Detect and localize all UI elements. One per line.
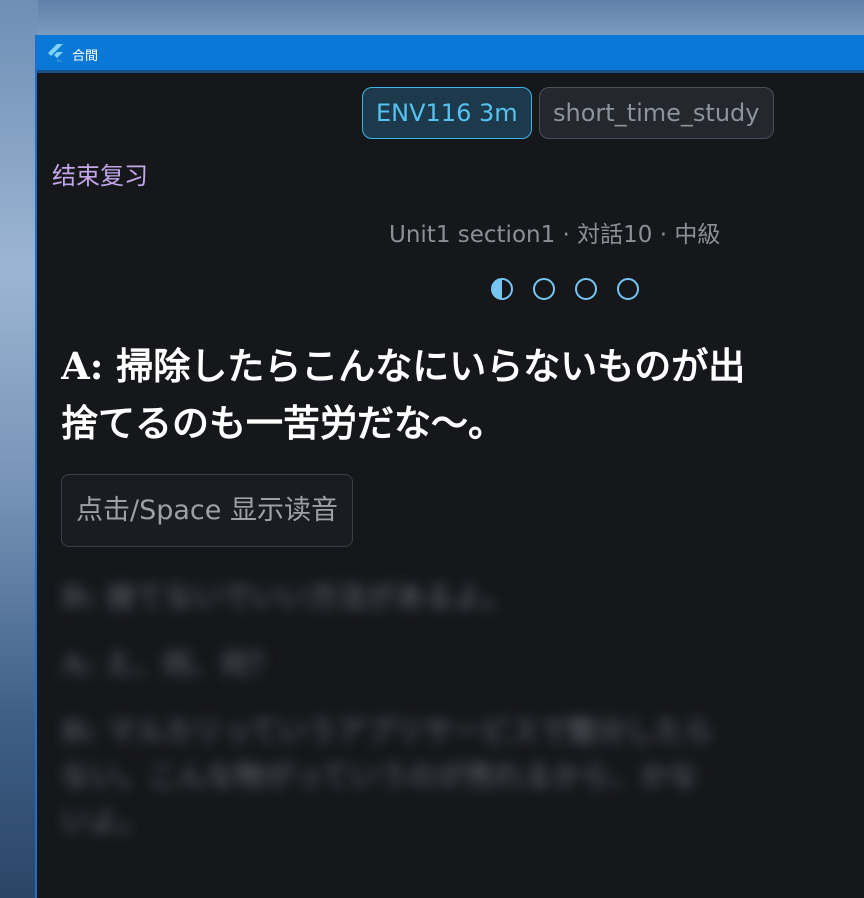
dialogue-line-a-row-1: A: 掃除したらこんなにいらないものが出: [61, 344, 746, 388]
title-bar[interactable]: 合間: [37, 35, 864, 73]
app-window: 合間 ENV116 3m short_time_study 结束复习 Unit1…: [35, 35, 864, 898]
progress-dot: [533, 278, 555, 300]
dialogue-line-a: A: 掃除したらこんなにいらないものが出 捨てるのも一苦労だな〜。: [61, 338, 864, 452]
desktop-background-top: [0, 0, 864, 38]
progress-dot: [575, 278, 597, 300]
flutter-logo-icon: [48, 44, 63, 62]
reveal-reading-button[interactable]: 点击/Space 显示读音: [61, 474, 353, 547]
dialogue-line-a-row-2: 捨てるのも一苦労だな〜。: [61, 401, 505, 445]
hidden-dialogue-line: A: え、何、何？: [61, 647, 279, 681]
desktop-background-left: [0, 0, 38, 898]
hidden-dialogue-line: B: マルカリっていうアプリサービスで整分したら: [61, 714, 713, 748]
deck-chip-env116[interactable]: ENV116 3m: [362, 87, 532, 139]
hidden-dialogue: B: 捨てないでいい方法があるよ。 A: え、何、何？ B: マルカリっていうア…: [61, 575, 864, 844]
progress-dot: [617, 278, 639, 300]
hidden-dialogue-line: B: 捨てないでいい方法があるよ。: [61, 580, 512, 614]
window-title: 合間: [72, 49, 99, 64]
progress-dot-current: [491, 278, 513, 300]
lesson-meta: Unit1 section1 · 対話10 · 中級: [389, 222, 721, 248]
hidden-dialogue-line: いよ。: [61, 804, 148, 838]
hidden-dialogue-line: ない。こんな物がっていうのが売れるから、かな: [61, 759, 698, 793]
end-review-button[interactable]: 结束复习: [52, 156, 148, 191]
deck-chip-short-time-study[interactable]: short_time_study: [539, 87, 774, 139]
